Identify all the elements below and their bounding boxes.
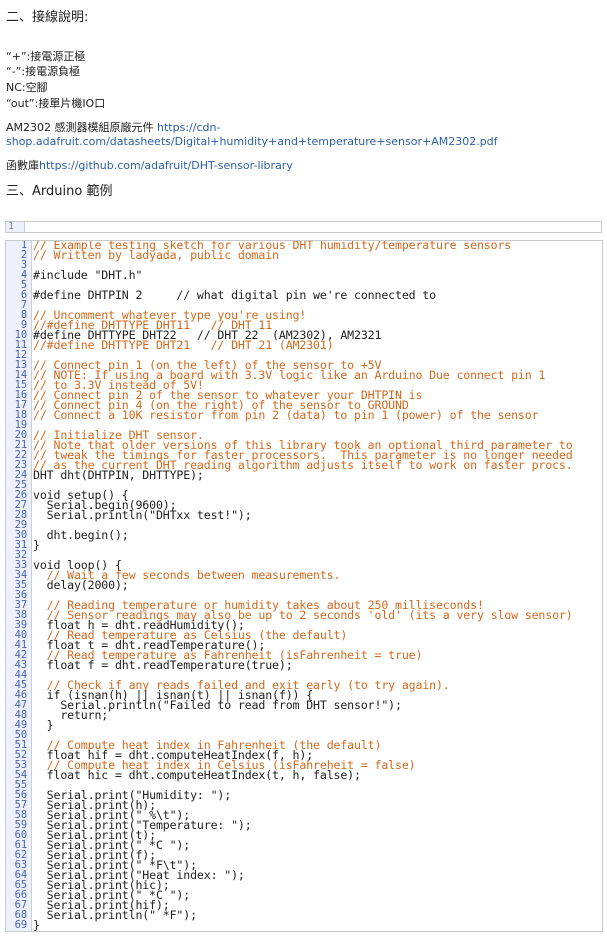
code-line: 31}: [6, 538, 602, 552]
code-text: }: [33, 918, 40, 932]
library-link[interactable]: https://github.com/adafruit/DHT-sensor-l…: [39, 159, 293, 172]
code-text: float f = dht.readTemperature(true);: [33, 658, 293, 672]
code-text: #define DHTPIN 2 // what digital pin we'…: [33, 288, 436, 302]
code-text: // Connect a 10K resistor from pin 2 (da…: [33, 408, 539, 422]
code-line: 30 dht.begin();: [6, 528, 602, 542]
code-text: // Written by ladyada, public domain: [33, 248, 279, 262]
code-line: 28 Serial.println("DHTxx test!");: [6, 508, 602, 522]
code-text: Serial.println("DHTxx test!");: [33, 508, 252, 522]
code-line: 24 DHT dht(DHTPIN, DHTTYPE);: [6, 468, 602, 482]
component-link-cont: shop.adafruit.com/datasheets/Digital+hum…: [6, 135, 498, 148]
snippet-line-number: 1: [8, 221, 15, 232]
code-text: DHT dht(DHTPIN, DHTTYPE);: [33, 468, 204, 482]
code-text: dht.begin();: [33, 528, 129, 542]
code-text: }: [33, 538, 40, 552]
code-line: 54 float hic = dht.computeHeatIndex(t, h…: [6, 768, 602, 782]
datasheet-link[interactable]: https://cdn-: [157, 121, 220, 134]
code-line: 49 }: [6, 718, 602, 732]
code-text: }: [33, 718, 54, 732]
datasheet-link-continued[interactable]: shop.adafruit.com/datasheets/Digital+hum…: [6, 135, 498, 148]
pin-desc-out: “out”:接單片機IO口: [6, 97, 106, 110]
code-line: 43 float f = dht.readTemperature(true);: [6, 658, 602, 672]
pin-desc-minus: “-”:接電源負極: [6, 65, 81, 78]
code-line: 48 return;: [6, 709, 602, 721]
code-block: 1// Example testing sketch for various D…: [5, 240, 603, 932]
pin-desc-plus: “+”:接電源正極: [6, 50, 86, 63]
pin-desc-nc: NC:空腳: [6, 81, 48, 94]
code-line: 69}: [6, 918, 602, 932]
code-line: 2// Written by ladyada, public domain: [6, 248, 602, 262]
code-line: 4 #include "DHT.h": [6, 268, 602, 282]
code-line: 68 Serial.println(" *F");: [6, 908, 602, 922]
library-line: 函數庫https://github.com/adafruit/DHT-senso…: [6, 157, 293, 173]
code-snippet-collapsed: 1: [5, 221, 602, 233]
code-text: //#define DHTTYPE DHT21 // DHT 21 (AM230…: [33, 338, 334, 352]
section-2-title: 二、接線說明:: [6, 10, 89, 25]
component-text: AM2302 感測器模組原廠元件: [6, 121, 158, 134]
code-text: Serial.println(" *F");: [33, 908, 197, 922]
code-line: 6 #define DHTPIN 2 // what digital pin we…: [6, 288, 602, 302]
code-line: 18// Connect a 10K resistor from pin 2 (…: [6, 408, 602, 422]
code-text: delay(2000);: [33, 578, 129, 592]
code-line: 11//#define DHTTYPE DHT21 // DHT 21 (AM2…: [6, 338, 602, 352]
code-line: 35 delay(2000);: [6, 578, 602, 592]
code-text: float hic = dht.computeHeatIndex(t, h, f…: [33, 768, 361, 782]
code-lines: 1// Example testing sketch for various D…: [6, 241, 602, 932]
section-3-title: 三、Arduino 範例: [6, 184, 113, 199]
line-number: 69: [14, 919, 27, 931]
code-text: #include "DHT.h": [33, 268, 143, 282]
library-text: 函數庫: [6, 159, 39, 172]
component-line: AM2302 感測器模組原廠元件 https://cdn-: [6, 119, 220, 135]
